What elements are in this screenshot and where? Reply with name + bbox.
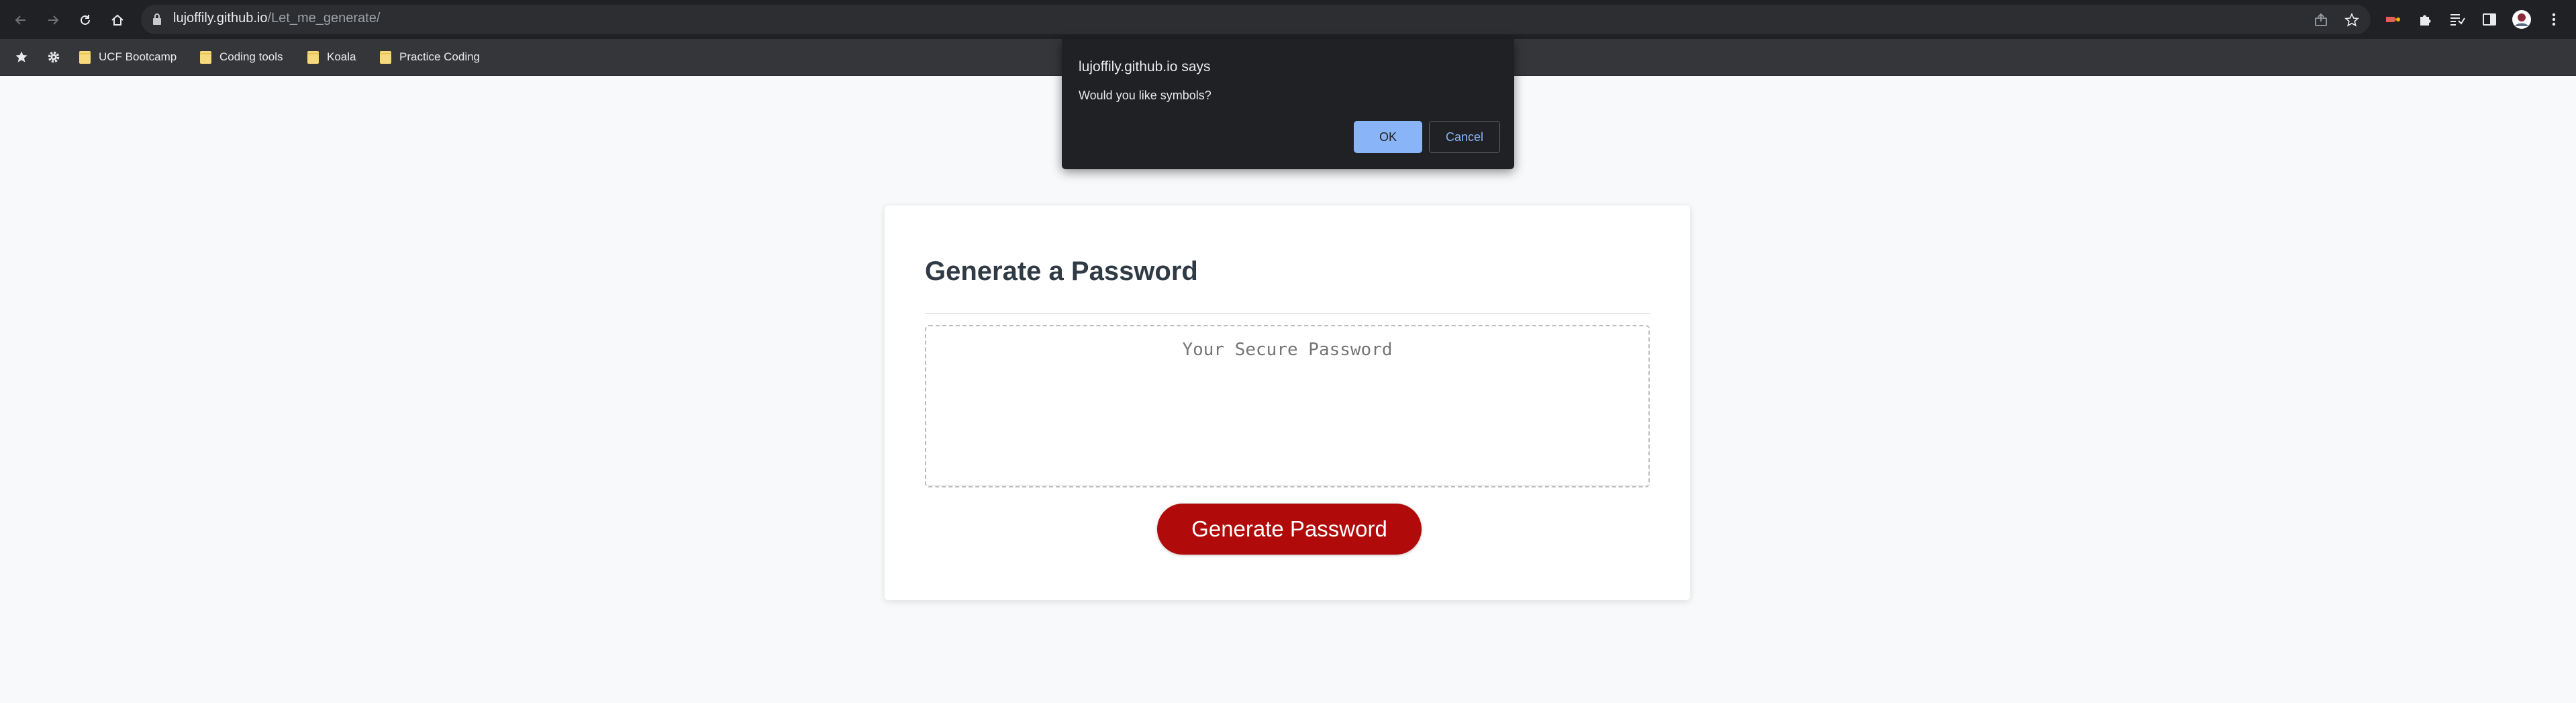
bookmark-koala[interactable]: Koala [307, 47, 356, 67]
bookmark-ucf-bootcamp[interactable]: UCF Bootcamp [79, 47, 177, 67]
dialog-title: lujoffily.github.io says [1079, 59, 1211, 75]
home-icon[interactable] [106, 9, 129, 32]
star-icon[interactable] [2342, 11, 2361, 30]
generate-password-button[interactable]: Generate Password [1157, 504, 1422, 555]
bookmark-practice-coding[interactable]: Practice Coding [380, 47, 480, 67]
forward-icon[interactable] [42, 9, 64, 32]
divider [925, 313, 1650, 314]
browser-toolbar: lujoffily.github.io/Let_me_generate/ [0, 0, 2576, 39]
url-path: /Let_me_generate/ [267, 11, 381, 26]
bookmark-label: Practice Coding [399, 50, 481, 63]
share-icon[interactable] [2312, 11, 2330, 30]
bookmark-label: UCF Bootcamp [99, 50, 177, 63]
bookmark-label: Koala [327, 50, 356, 63]
url-host: lujoffily.github.io [173, 11, 268, 26]
folder-icon [79, 50, 91, 64]
folder-icon [200, 50, 211, 64]
cancel-button[interactable]: Cancel [1429, 121, 1500, 153]
lock-icon[interactable] [152, 13, 162, 30]
bookmark-star-icon[interactable] [11, 47, 32, 67]
dialog-message: Would you like symbols? [1079, 89, 1211, 102]
reading-list-icon[interactable] [2447, 9, 2467, 30]
bookmark-coding-tools[interactable]: Coding tools [200, 47, 283, 67]
side-panel-icon[interactable] [2479, 9, 2499, 30]
reload-icon[interactable] [74, 9, 97, 32]
ok-button[interactable]: OK [1354, 121, 1422, 153]
extension-record-icon[interactable] [2383, 9, 2403, 30]
puzzle-icon[interactable] [2415, 9, 2435, 30]
password-output[interactable] [925, 325, 1650, 487]
menu-dots-icon[interactable] [2544, 9, 2564, 30]
page-title: Generate a Password [925, 256, 1198, 286]
address-bar[interactable] [141, 5, 2371, 34]
password-card: Generate a Password Generate Password [885, 205, 1690, 600]
profile-avatar-icon[interactable] [2512, 9, 2532, 30]
settings-gear-icon[interactable] [44, 47, 64, 67]
folder-icon [380, 50, 391, 64]
bookmark-label: Coding tools [219, 50, 283, 63]
back-icon[interactable] [9, 9, 32, 32]
url-text[interactable]: lujoffily.github.io/Let_me_generate/ [173, 11, 380, 26]
alert-dialog: lujoffily.github.io says Would you like … [1062, 39, 1514, 169]
folder-icon [307, 50, 319, 64]
